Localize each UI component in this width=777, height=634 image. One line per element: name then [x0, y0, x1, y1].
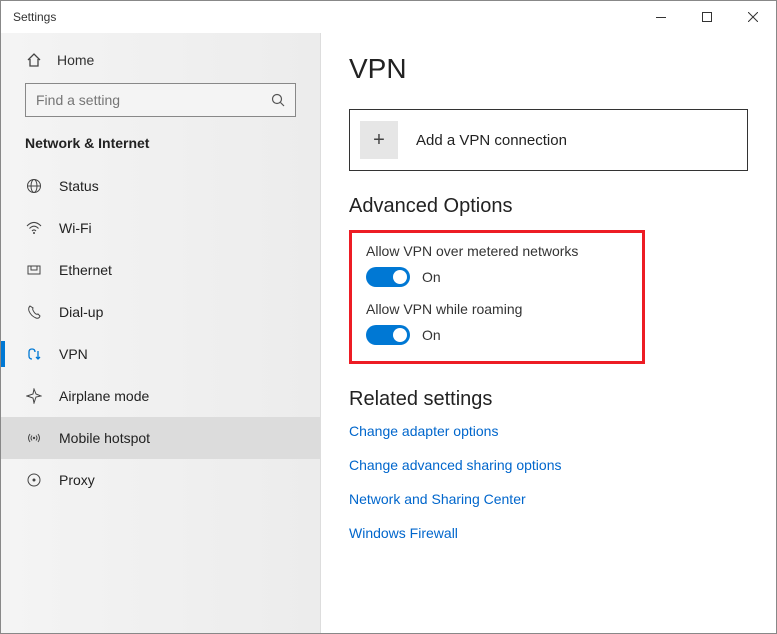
globe-icon — [25, 177, 43, 195]
section-label: Network & Internet — [1, 135, 320, 165]
ethernet-icon — [25, 261, 43, 279]
sidebar-item-label: Proxy — [59, 472, 95, 488]
sidebar-item-status[interactable]: Status — [1, 165, 320, 207]
add-vpn-label: Add a VPN connection — [416, 132, 567, 149]
related-heading: Related settings — [349, 388, 748, 411]
link-firewall[interactable]: Windows Firewall — [349, 525, 748, 541]
sidebar-item-label: Dial-up — [59, 304, 103, 320]
sidebar-item-vpn[interactable]: VPN — [1, 333, 320, 375]
roaming-toggle[interactable] — [366, 325, 410, 345]
home-icon — [25, 51, 43, 69]
metered-state: On — [422, 269, 441, 285]
sidebar-item-label: Wi-Fi — [59, 220, 92, 236]
link-sharing[interactable]: Change advanced sharing options — [349, 457, 748, 473]
phone-icon — [25, 303, 43, 321]
link-center[interactable]: Network and Sharing Center — [349, 491, 748, 507]
link-adapter[interactable]: Change adapter options — [349, 423, 748, 439]
sidebar-item-label: Airplane mode — [59, 388, 149, 404]
advanced-heading: Advanced Options — [349, 195, 748, 218]
sidebar-item-ethernet[interactable]: Ethernet — [1, 249, 320, 291]
home-label: Home — [57, 52, 94, 68]
roaming-label: Allow VPN while roaming — [366, 301, 628, 317]
advanced-options-group: Allow VPN over metered networks On Allow… — [349, 230, 645, 364]
sidebar: Home Network & Internet Status Wi-Fi Eth… — [1, 33, 321, 633]
main-content: VPN + Add a VPN connection Advanced Opti… — [321, 33, 776, 633]
vpn-icon — [25, 345, 43, 363]
sidebar-item-proxy[interactable]: Proxy — [1, 459, 320, 501]
maximize-button[interactable] — [684, 1, 730, 33]
wifi-icon — [25, 219, 43, 237]
metered-toggle[interactable] — [366, 267, 410, 287]
proxy-icon — [25, 471, 43, 489]
plus-icon: + — [360, 121, 398, 159]
sidebar-item-wifi[interactable]: Wi-Fi — [1, 207, 320, 249]
metered-label: Allow VPN over metered networks — [366, 243, 628, 259]
close-button[interactable] — [730, 1, 776, 33]
search-input[interactable] — [25, 83, 296, 117]
search-icon — [271, 93, 285, 107]
airplane-icon — [25, 387, 43, 405]
window-title: Settings — [13, 10, 56, 24]
minimize-button[interactable] — [638, 1, 684, 33]
add-vpn-button[interactable]: + Add a VPN connection — [349, 109, 748, 171]
sidebar-item-label: VPN — [59, 346, 88, 362]
home-link[interactable]: Home — [1, 43, 320, 83]
sidebar-item-dialup[interactable]: Dial-up — [1, 291, 320, 333]
sidebar-item-label: Ethernet — [59, 262, 112, 278]
sidebar-item-label: Status — [59, 178, 99, 194]
sidebar-item-hotspot[interactable]: Mobile hotspot — [1, 417, 320, 459]
sidebar-item-airplane[interactable]: Airplane mode — [1, 375, 320, 417]
page-title: VPN — [349, 53, 748, 85]
roaming-state: On — [422, 327, 441, 343]
sidebar-item-label: Mobile hotspot — [59, 430, 150, 446]
hotspot-icon — [25, 429, 43, 447]
